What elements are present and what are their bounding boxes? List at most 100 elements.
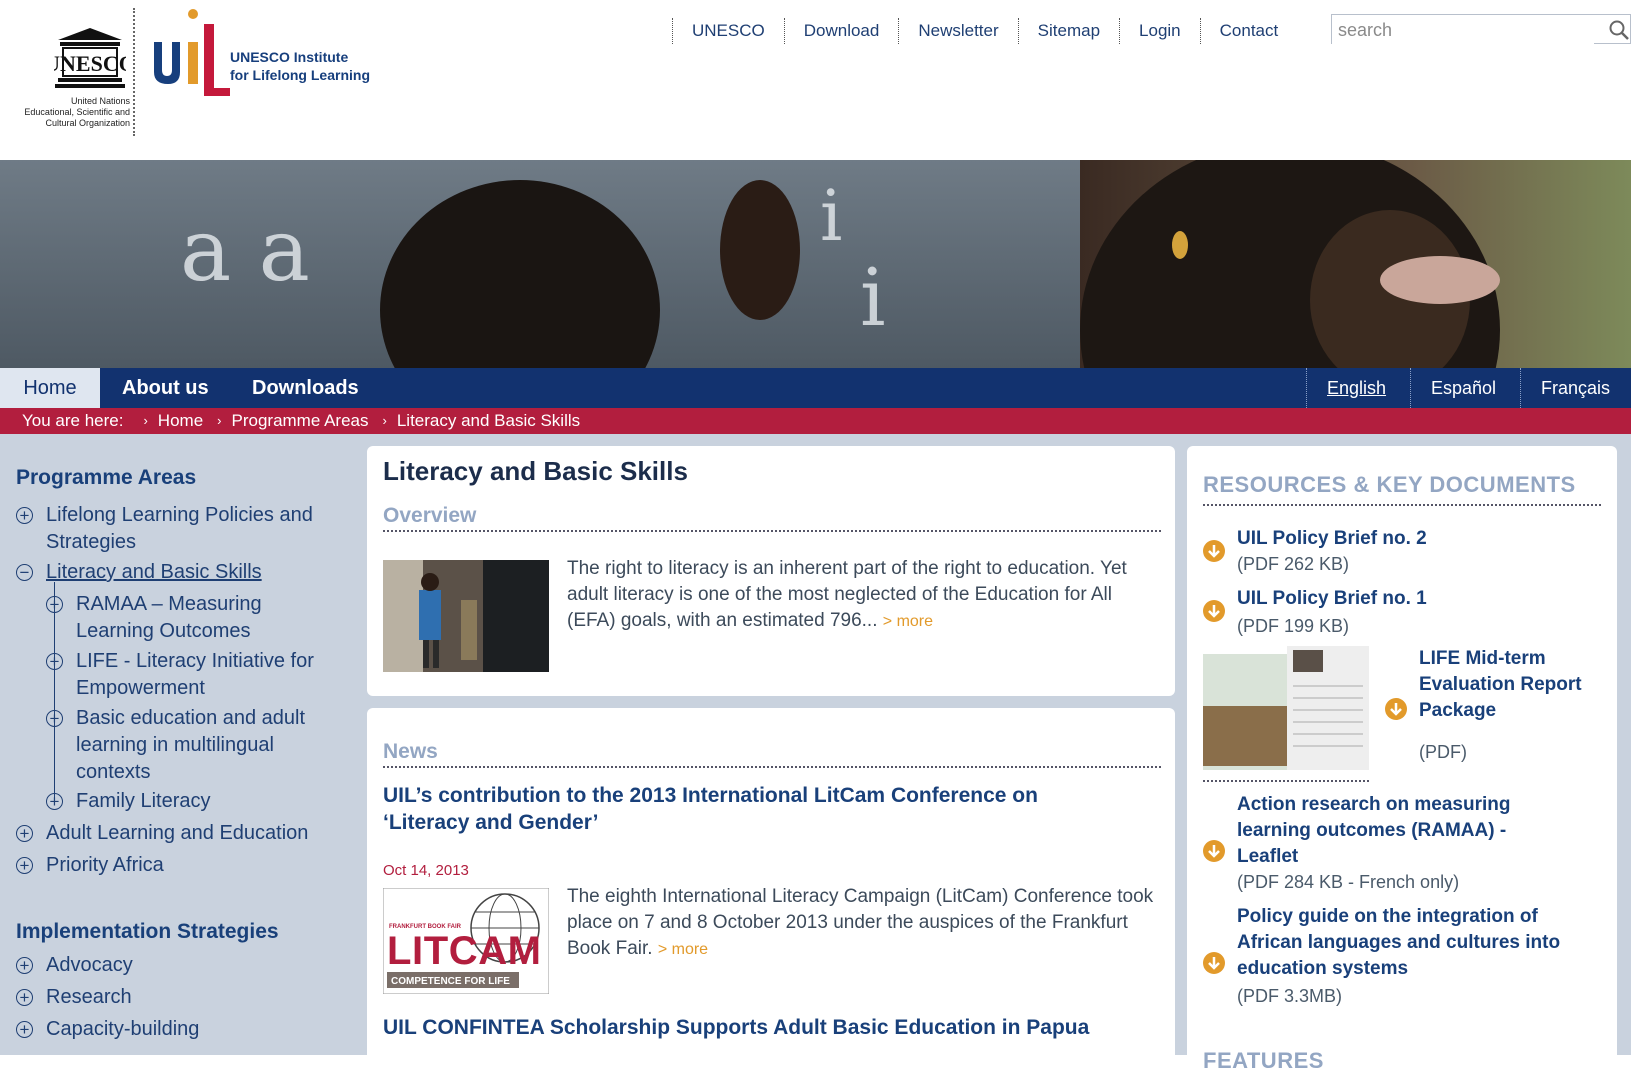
uil-name: UNESCO Institute for Lifelong Learning: [230, 49, 370, 83]
news-item-1-title[interactable]: UIL’s contribution to the 2013 Internati…: [383, 782, 1103, 836]
sidebar-item-priority-africa[interactable]: + Priority Africa: [16, 852, 346, 879]
breadcrumb-chevron-icon: ›: [217, 413, 222, 428]
resource-divider: [1203, 780, 1369, 782]
news-item-2-title[interactable]: UIL CONFINTEA Scholarship Supports Adult…: [383, 1014, 1173, 1041]
overview-panel: Literacy and Basic Skills Overview The r…: [367, 446, 1175, 696]
lang-francais[interactable]: Français: [1520, 368, 1630, 408]
expand-plus-icon[interactable]: +: [16, 857, 33, 874]
expand-plus-icon[interactable]: +: [16, 989, 33, 1006]
resources-divider: [1203, 504, 1601, 506]
features-heading: FEATURES: [1203, 1048, 1324, 1073]
news-item-1-date: Oct 14, 2013: [383, 862, 469, 879]
sidebar-item-label: LIFE - Literacy Initiative for Empowerme…: [76, 650, 314, 699]
search-icon[interactable]: [1608, 19, 1630, 41]
topnav-download[interactable]: Download: [783, 18, 899, 44]
overview-photo[interactable]: [383, 560, 549, 672]
sidebar-item-life[interactable]: + LIFE - Literacy Initiative for Empowerm…: [46, 648, 336, 702]
tab-downloads[interactable]: Downloads: [252, 368, 359, 408]
sidebar-item-capacity-building[interactable]: + Capacity-building: [16, 1016, 346, 1043]
news-item-1-more-link[interactable]: > more: [658, 941, 708, 958]
download-arrow-icon[interactable]: [1203, 600, 1225, 622]
news-item-1-paragraph: The eighth International Literacy Campai…: [567, 886, 1154, 959]
breadcrumb-programme-areas[interactable]: Programme Areas: [232, 408, 369, 434]
overview-text: The right to literacy is an inherent par…: [567, 556, 1157, 635]
resource-1-title[interactable]: UIL Policy Brief no. 2: [1237, 526, 1597, 552]
resources-panel: RESOURCES & KEY DOCUMENTS UIL Policy Bri…: [1187, 446, 1617, 1073]
overview-divider: [383, 530, 1161, 532]
uil-logo[interactable]: uil: [150, 6, 240, 102]
topnav-newsletter[interactable]: Newsletter: [898, 18, 1017, 44]
sidebar-item-label: Literacy and Basic Skills: [46, 561, 262, 583]
breadcrumb: You are here: › Home › Programme Areas ›…: [0, 408, 1631, 434]
unesco-logo-text: UNESCO: [54, 51, 126, 76]
tab-about-us[interactable]: About us: [122, 368, 209, 408]
resources-heading: RESOURCES & KEY DOCUMENTS: [1203, 472, 1576, 497]
resource-2-title[interactable]: UIL Policy Brief no. 1: [1237, 586, 1597, 612]
hero-banner: a a i i: [0, 160, 1631, 368]
expand-plus-icon[interactable]: +: [16, 1021, 33, 1038]
expand-plus-icon[interactable]: +: [46, 653, 63, 670]
sidebar-item-policies[interactable]: + Lifelong Learning Policies and Strategi…: [16, 502, 346, 556]
left-sidebar: Programme Areas + Lifelong Learning Polic…: [0, 434, 355, 1055]
news-item-1-text: The eighth International Literacy Campai…: [567, 884, 1157, 963]
topnav-unesco[interactable]: UNESCO: [672, 18, 784, 44]
life-report-thumbnail[interactable]: [1203, 646, 1369, 770]
sidebar-heading-programme-areas: Programme Areas: [16, 466, 197, 489]
sidebar-item-label: Basic education and adult learning in mu…: [76, 707, 306, 783]
unesco-temple-icon: UNESCO: [54, 28, 126, 88]
sidebar-item-research[interactable]: + Research: [16, 984, 346, 1011]
collapse-minus-icon[interactable]: −: [16, 564, 33, 581]
overview-more-link[interactable]: > more: [883, 613, 933, 630]
litcam-logo-image[interactable]: FRANKFURT BOOK FAIR LITCAM COMPETENCE FO…: [383, 888, 549, 994]
sidebar-item-multilingual[interactable]: + Basic education and adult learning in m…: [46, 705, 336, 786]
breadcrumb-chevron-icon: ›: [143, 413, 148, 428]
svg-text:i: i: [820, 175, 842, 257]
resource-3-meta: (PDF): [1419, 742, 1467, 762]
resource-3-title[interactable]: LIFE Mid-term Evaluation Report Package: [1419, 646, 1609, 724]
topnav-login[interactable]: Login: [1119, 18, 1200, 44]
sidebar-item-family-literacy[interactable]: + Family Literacy: [46, 788, 336, 815]
topnav-contact[interactable]: Contact: [1199, 18, 1298, 44]
sidebar-item-label: Family Literacy: [76, 790, 211, 812]
download-arrow-icon[interactable]: [1203, 540, 1225, 562]
logo-separator: [133, 8, 135, 136]
download-arrow-icon[interactable]: [1203, 840, 1225, 862]
download-arrow-icon[interactable]: [1385, 698, 1407, 720]
expand-plus-icon[interactable]: +: [16, 507, 33, 524]
download-arrow-icon[interactable]: [1203, 952, 1225, 974]
overview-label: Overview: [383, 504, 477, 527]
classroom-chalkboard-image: a a i i: [0, 160, 1631, 368]
sidebar-item-ramaa[interactable]: + RAMAA – Measuring Learning Outcomes: [46, 591, 336, 645]
search-input[interactable]: [1332, 15, 1594, 45]
litcam-text: LITCAM: [387, 929, 541, 973]
lang-espanol[interactable]: Español: [1410, 368, 1516, 408]
sidebar-item-label: Research: [46, 986, 132, 1008]
sidebar-item-adult-learning[interactable]: + Adult Learning and Education: [16, 820, 346, 847]
litcam-bottom-text: COMPETENCE FOR LIFE: [391, 976, 510, 987]
breadcrumb-current[interactable]: Literacy and Basic Skills: [397, 408, 580, 434]
resource-4-title[interactable]: Action research on measuring learning ou…: [1237, 792, 1557, 870]
expand-plus-icon[interactable]: +: [16, 957, 33, 974]
tab-home[interactable]: Home: [0, 368, 100, 408]
top-nav: UNESCO Download Newsletter Sitemap Login…: [672, 16, 1297, 46]
lang-english[interactable]: English: [1306, 368, 1406, 408]
expand-plus-icon[interactable]: +: [46, 596, 63, 613]
unesco-logo[interactable]: UNESCO United Nations Educational, Scien…: [6, 8, 138, 138]
sidebar-item-label: Priority Africa: [46, 854, 164, 876]
topnav-sitemap[interactable]: Sitemap: [1017, 18, 1119, 44]
resource-1-meta: (PDF 262 KB): [1237, 554, 1350, 574]
sidebar-item-label: Adult Learning and Education: [46, 822, 309, 844]
expand-plus-icon[interactable]: +: [16, 825, 33, 842]
content-area: Programme Areas + Lifelong Learning Polic…: [0, 434, 1631, 1073]
svg-text:i: i: [860, 251, 886, 344]
breadcrumb-chevron-icon: ›: [382, 413, 387, 428]
resource-5-title[interactable]: Policy guide on the integration of Afric…: [1237, 904, 1597, 982]
expand-plus-icon[interactable]: +: [46, 710, 63, 727]
breadcrumb-home[interactable]: Home: [158, 408, 203, 434]
svg-text:a a: a a: [180, 201, 310, 301]
uil-logo-text: uil: [150, 6, 152, 7]
expand-plus-icon[interactable]: +: [46, 793, 63, 810]
sidebar-item-literacy[interactable]: − Literacy and Basic Skills: [16, 559, 346, 586]
sidebar-heading-implementation: Implementation Strategies: [16, 920, 279, 943]
sidebar-item-advocacy[interactable]: + Advocacy: [16, 952, 346, 979]
